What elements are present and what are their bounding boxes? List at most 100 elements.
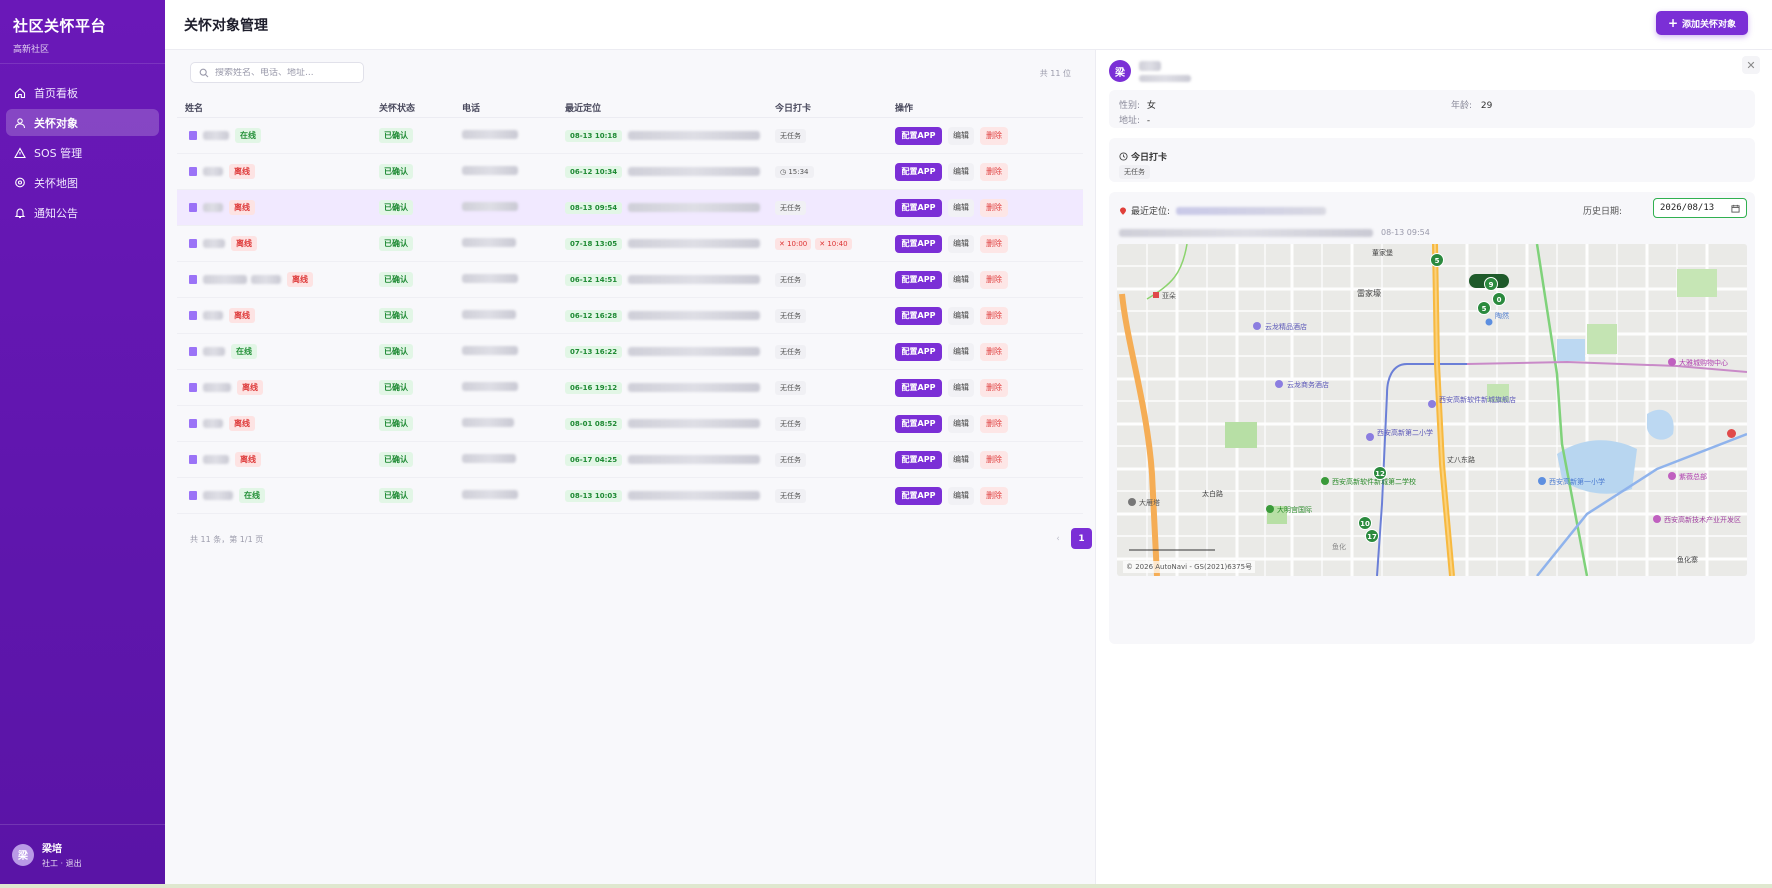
document-icon[interactable] [189, 275, 197, 284]
care-status-badge: 已确认 [379, 272, 413, 287]
close-icon[interactable]: ✕ [1742, 56, 1760, 74]
table-row[interactable]: 在线 已确认 08-13 10:03 无任务 配置APP 编辑 删除 [177, 478, 1083, 514]
map-label: 亚朵 [1162, 292, 1176, 300]
table-row[interactable]: 离线 已确认 08-13 09:54 无任务 配置APP 编辑 删除 [177, 190, 1083, 226]
configure-app-button[interactable]: 配置APP [895, 270, 942, 289]
delete-button[interactable]: 删除 [980, 486, 1008, 505]
edit-button[interactable]: 编辑 [948, 306, 974, 325]
delete-button[interactable]: 删除 [980, 270, 1008, 289]
configure-app-button[interactable]: 配置APP [895, 198, 942, 217]
edit-button[interactable]: 编辑 [948, 450, 974, 469]
document-icon[interactable] [189, 239, 197, 248]
delete-button[interactable]: 删除 [980, 198, 1008, 217]
sidebar-item-care-objects[interactable]: 关怀对象 [6, 109, 159, 136]
document-icon[interactable] [189, 311, 197, 320]
document-icon[interactable] [189, 455, 197, 464]
document-icon[interactable] [189, 347, 197, 356]
table-row[interactable]: 离线 已确认 06-12 14:51 无任务 配置APP 编辑 删除 [177, 262, 1083, 298]
table-row[interactable]: 在线 已确认 08-13 10:18 无任务 配置APP 编辑 删除 [177, 118, 1083, 154]
delete-button[interactable]: 删除 [980, 414, 1008, 433]
map-label: 云龙精品酒店 [1265, 322, 1307, 331]
column-header-location[interactable]: 最近定位 [565, 101, 775, 114]
edit-button[interactable]: 编辑 [948, 414, 974, 433]
edit-button[interactable]: 编辑 [948, 162, 974, 181]
location-pin-icon [1120, 207, 1126, 215]
sidebar-item-sos[interactable]: SOS 管理 [6, 139, 159, 166]
table-row[interactable]: 离线 已确认 08-01 08:52 无任务 配置APP 编辑 删除 [177, 406, 1083, 442]
table-row[interactable]: 离线 已确认 06-16 19:12 无任务 配置APP 编辑 删除 [177, 370, 1083, 406]
configure-app-button[interactable]: 配置APP [895, 162, 942, 181]
page-button-1[interactable]: 1 [1071, 528, 1092, 549]
online-status-badge: 在线 [231, 344, 257, 359]
location-time-badge: 06-12 10:34 [565, 165, 623, 178]
document-icon[interactable] [189, 419, 197, 428]
edit-button[interactable]: 编辑 [948, 342, 974, 361]
delete-button[interactable]: 删除 [980, 234, 1008, 253]
edit-button[interactable]: 编辑 [948, 126, 974, 145]
configure-app-button[interactable]: 配置APP [895, 414, 942, 433]
app-title: 社区关怀平台 [13, 17, 107, 35]
edit-button[interactable]: 编辑 [948, 378, 974, 397]
delete-button[interactable]: 删除 [980, 342, 1008, 361]
user-role-logout[interactable]: 社工 · 退出 [42, 858, 82, 869]
document-icon[interactable] [189, 167, 197, 176]
delete-button[interactable]: 删除 [980, 162, 1008, 181]
configure-app-button[interactable]: 配置APP [895, 234, 942, 253]
name-redacted [203, 275, 247, 284]
column-header-phone[interactable]: 电话 [462, 101, 565, 114]
column-header-checkin[interactable]: 今日打卡 [775, 101, 895, 114]
phone-redacted [462, 454, 516, 463]
configure-app-button[interactable]: 配置APP [895, 126, 942, 145]
sidebar-item-care-map[interactable]: 关怀地图 [6, 169, 159, 196]
document-icon[interactable] [189, 491, 197, 500]
edit-button[interactable]: 编辑 [948, 198, 974, 217]
configure-app-button[interactable]: 配置APP [895, 342, 942, 361]
search-icon [199, 68, 209, 77]
delete-button[interactable]: 删除 [980, 450, 1008, 469]
delete-button[interactable]: 删除 [980, 378, 1008, 397]
document-icon[interactable] [189, 203, 197, 212]
history-date-picker[interactable]: 2026/08/13 [1653, 198, 1747, 218]
map-copyright: © 2026 AutoNavi - GS(2021)6375号 [1123, 561, 1256, 573]
search-input[interactable] [215, 67, 355, 78]
search-box[interactable] [190, 62, 364, 83]
edit-button[interactable]: 编辑 [948, 234, 974, 253]
checkin-badge: 无任务 [775, 380, 806, 395]
address-redacted [628, 167, 761, 176]
configure-app-button[interactable]: 配置APP [895, 486, 942, 505]
edit-button[interactable]: 编辑 [948, 270, 974, 289]
configure-app-button[interactable]: 配置APP [895, 306, 942, 325]
prev-page-icon[interactable]: ‹ [1051, 530, 1065, 548]
column-header-care-status[interactable]: 关怀状态 [379, 101, 462, 114]
plus-icon: + [1667, 16, 1679, 30]
configure-app-button[interactable]: 配置APP [895, 378, 942, 397]
address-redacted [628, 275, 761, 284]
current-user[interactable]: 梁 梁培 社工 · 退出 [0, 824, 165, 884]
edit-button[interactable]: 编辑 [948, 486, 974, 505]
document-icon[interactable] [189, 383, 197, 392]
table-row[interactable]: 离线 已确认 06-12 16:28 无任务 配置APP 编辑 删除 [177, 298, 1083, 334]
add-care-object-button[interactable]: + 添加关怀对象 [1656, 11, 1748, 35]
map-label: 云龙商务酒店 [1287, 380, 1329, 389]
care-status-badge: 已确认 [379, 236, 413, 251]
configure-app-button[interactable]: 配置APP [895, 450, 942, 469]
top-header: 关怀对象管理 + 添加关怀对象 [165, 0, 1772, 50]
phone-redacted [462, 382, 518, 391]
column-header-name[interactable]: 姓名 [177, 101, 379, 114]
table-row[interactable]: 离线 已确认 06-17 04:25 无任务 配置APP 编辑 删除 [177, 442, 1083, 478]
map-canvas[interactable]: 云龙精品酒店 云龙商务酒店 西安高新软件新城旗舰店 西安高新第二小学 西安高新软… [1117, 244, 1747, 576]
table-row[interactable]: 在线 已确认 07-13 16:22 无任务 配置APP 编辑 删除 [177, 334, 1083, 370]
delete-button[interactable]: 删除 [980, 306, 1008, 325]
location-time-badge: 06-16 19:12 [565, 381, 623, 394]
table-row[interactable]: 离线 已确认 07-18 13:05 ✕ 10:00 ✕ 10:40 配置APP … [177, 226, 1083, 262]
delete-button[interactable]: 删除 [980, 126, 1008, 145]
sidebar-item-notices[interactable]: 通知公告 [6, 199, 159, 226]
table-row[interactable]: 离线 已确认 06-12 10:34 ◷ 15:34 配置APP 编辑 删除 [177, 154, 1083, 190]
map-marker: 10 [1360, 520, 1370, 528]
location-map[interactable]: 云龙精品酒店 云龙商务酒店 西安高新软件新城旗舰店 西安高新第二小学 西安高新软… [1117, 244, 1747, 576]
sidebar-item-dashboard[interactable]: 首页看板 [6, 79, 159, 106]
name-redacted [203, 419, 223, 428]
sidebar-item-label: 关怀地图 [34, 176, 78, 190]
document-icon[interactable] [189, 131, 197, 140]
map-marker: 0 [1497, 296, 1502, 304]
